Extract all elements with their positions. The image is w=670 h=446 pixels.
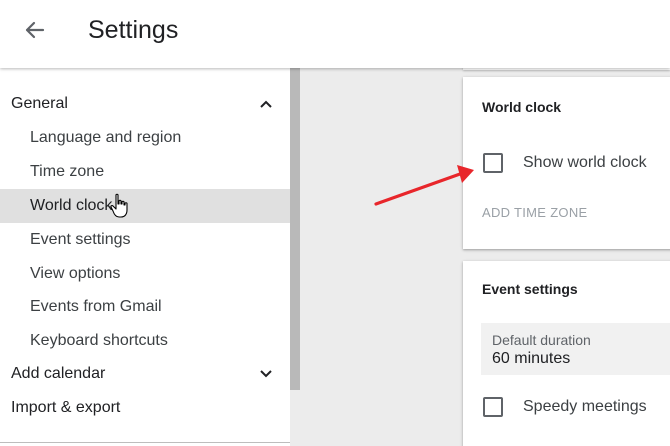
- sidebar-section-label: Import & export: [11, 399, 121, 416]
- sidebar-item-label: World clock: [30, 197, 113, 214]
- back-button[interactable]: [19, 14, 51, 46]
- sidebar-item-label: Language and region: [30, 129, 182, 146]
- sidebar-section-import-export[interactable]: Import & export: [0, 391, 290, 425]
- default-duration-select[interactable]: Default duration 60 minutes: [481, 323, 670, 375]
- sidebar-section-general[interactable]: General: [0, 87, 290, 121]
- arrow-left-icon: [25, 21, 45, 39]
- sidebar-item-world-clock[interactable]: World clock: [0, 189, 290, 223]
- event-settings-card: Event settings Default duration 60 minut…: [463, 261, 670, 446]
- sidebar-item-events-from-gmail[interactable]: Events from Gmail: [0, 290, 290, 324]
- sidebar-section-label: General: [11, 95, 68, 112]
- add-time-zone-button[interactable]: ADD TIME ZONE: [482, 205, 588, 220]
- card-title: Event settings: [482, 281, 578, 297]
- speedy-meetings-checkbox[interactable]: [483, 397, 503, 417]
- sidebar-scrollbar[interactable]: [290, 68, 300, 390]
- sidebar-item-view-options[interactable]: View options: [0, 257, 290, 291]
- show-world-clock-label[interactable]: Show world clock: [523, 154, 647, 172]
- sidebar-item-event-settings[interactable]: Event settings: [0, 223, 290, 257]
- chevron-down-icon[interactable]: [258, 366, 274, 382]
- sidebar-item-keyboard-shortcuts[interactable]: Keyboard shortcuts: [0, 324, 290, 358]
- chevron-up-icon[interactable]: [258, 96, 274, 112]
- sidebar-item-label: Events from Gmail: [30, 298, 162, 315]
- sidebar-item-label: View options: [30, 265, 121, 282]
- settings-sidebar: General Language and region Time zone Wo…: [0, 68, 290, 446]
- world-clock-card: World clock Show world clock ADD TIME ZO…: [463, 77, 670, 249]
- sidebar-item-time-zone[interactable]: Time zone: [0, 155, 290, 189]
- sidebar-section-add-calendar[interactable]: Add calendar: [0, 357, 290, 391]
- show-world-clock-checkbox[interactable]: [483, 153, 503, 173]
- sidebar-item-label: Time zone: [30, 163, 105, 180]
- card-title: World clock: [482, 99, 562, 115]
- annotation-arrow-icon: [374, 165, 474, 206]
- sidebar-section-label: Add calendar: [11, 365, 106, 382]
- sidebar-divider: [0, 442, 290, 443]
- duration-label: Default duration: [492, 332, 591, 348]
- page-title: Settings: [88, 16, 179, 44]
- sidebar-item-language-and-region[interactable]: Language and region: [0, 121, 290, 155]
- sidebar-item-label: Event settings: [30, 231, 131, 248]
- app-header: Settings: [0, 0, 670, 68]
- speedy-meetings-label[interactable]: Speedy meetings: [523, 398, 647, 416]
- duration-value: 60 minutes: [492, 350, 571, 367]
- sidebar-item-label: Keyboard shortcuts: [30, 332, 168, 349]
